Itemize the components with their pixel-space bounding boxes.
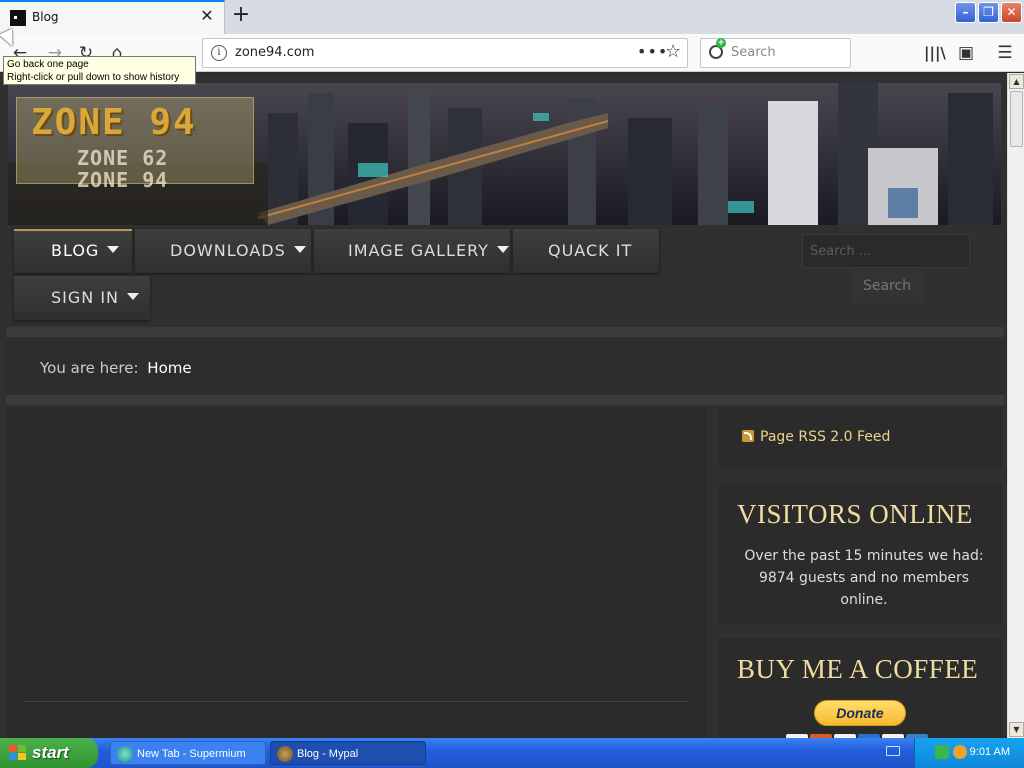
buy-coffee-title: BUY ME A COFFEE [737, 654, 979, 684]
content-divider [24, 701, 688, 702]
search-engine-icon[interactable] [709, 38, 726, 59]
library-icon[interactable]: |||\ [924, 43, 946, 63]
buy-coffee-module: BUY ME A COFFEE Donate [719, 638, 1003, 738]
menu-item-image-gallery[interactable]: IMAGE GALLERY [314, 229, 510, 273]
caret-down-icon [496, 246, 509, 253]
window-controls: – ❐ ✕ [955, 2, 1022, 23]
visitors-online-title: VISITORS ONLINE [737, 499, 973, 529]
site-info-icon[interactable]: i [211, 45, 227, 61]
visitors-online-module: VISITORS ONLINE Over the past 15 minutes… [719, 483, 1003, 625]
donate-button[interactable]: Donate [814, 700, 906, 726]
visitors-online-text: Over the past 15 minutes we had: 9874 gu… [744, 548, 984, 608]
breadcrumb: You are here: Home [6, 341, 1004, 395]
menu-item-label: DOWNLOADS [170, 241, 286, 260]
rss-module: Page RSS 2.0 Feed [719, 407, 1003, 469]
rss-feed-label: Page RSS 2.0 Feed [760, 429, 891, 445]
main-content-area [6, 407, 707, 738]
back-button-tooltip: Go back one page Right-click or pull dow… [3, 56, 196, 85]
windows-taskbar: start New Tab - Supermium Blog - Mypal 9… [0, 738, 1024, 768]
caret-down-icon [107, 246, 120, 253]
tooltip-line-2: Right-click or pull down to show history [7, 72, 180, 83]
menu-item-blog[interactable]: BLOG [14, 229, 132, 273]
taskbar-item-new-tab[interactable]: New Tab - Supermium [110, 741, 266, 765]
menu-item-downloads[interactable]: DOWNLOADS [135, 229, 311, 273]
network-icon[interactable] [935, 745, 949, 759]
menu-item-sign-in[interactable]: SIGN IN [14, 276, 150, 320]
menu-item-label: IMAGE GALLERY [348, 241, 489, 260]
caret-down-icon [127, 293, 140, 300]
address-bar[interactable]: i zone94.com ••• ☆ [202, 38, 688, 68]
new-tab-button[interactable]: + [228, 3, 254, 29]
url-text[interactable]: zone94.com [235, 45, 314, 60]
system-tray: 9:01 AM [914, 738, 1024, 768]
site-logo[interactable]: ZONE 94 ZONE 62 ZONE 94 [16, 97, 254, 192]
keyboard-layout-icon[interactable] [886, 746, 900, 756]
logo-sub-text-1: ZONE 62 [77, 146, 169, 170]
browser-search-box[interactable] [700, 38, 851, 68]
taskbar-item-blog-mypal[interactable]: Blog - Mypal [270, 741, 426, 765]
tab-title: Blog [32, 10, 59, 24]
menu-item-label: QUACK IT [548, 241, 633, 260]
logo-main-text: ZONE 94 [31, 102, 197, 143]
browser-tab-bar: Blog ✕ + – ❐ ✕ [0, 0, 1024, 34]
bookmark-star-icon[interactable]: ☆ [665, 41, 681, 62]
logo-sub-text-2: ZONE 94 [77, 168, 169, 192]
divider [6, 327, 1004, 337]
taskbar-item-label: New Tab - Supermium [137, 748, 246, 760]
taskbar-item-label: Blog - Mypal [297, 748, 359, 760]
start-button[interactable]: start [0, 738, 98, 768]
site-search-input[interactable] [802, 234, 970, 268]
mypal-icon [277, 746, 293, 762]
page-actions-icon[interactable]: ••• [637, 42, 668, 61]
browser-tab-blog[interactable]: Blog ✕ [0, 0, 225, 34]
breadcrumb-prefix: You are here: [40, 359, 139, 377]
sidebar-toggle-icon[interactable]: ▣ [956, 43, 976, 63]
restore-button[interactable]: ❐ [978, 2, 999, 23]
rss-icon [742, 430, 754, 442]
minimize-button[interactable]: – [955, 2, 976, 23]
rss-feed-link[interactable]: Page RSS 2.0 Feed [742, 429, 890, 445]
clock[interactable]: 9:01 AM [970, 746, 1010, 758]
caret-down-icon [293, 246, 306, 253]
start-label: start [32, 743, 69, 762]
scroll-up-icon[interactable]: ▲ [1009, 74, 1024, 89]
menu-item-quack-it[interactable]: QUACK IT [513, 229, 659, 273]
tooltip-line-1: Go back one page [7, 59, 89, 70]
site-favicon-icon [10, 10, 26, 26]
site-header-banner: ZONE 94 ZONE 62 ZONE 94 [8, 83, 1001, 225]
scroll-thumb[interactable] [1010, 91, 1023, 147]
page-viewport: ZONE 94 ZONE 62 ZONE 94 BLOG DOWNLOADS I… [0, 73, 1007, 738]
menu-hamburger-icon[interactable]: ☰ [995, 43, 1015, 63]
search-icon[interactable] [953, 745, 967, 759]
window-close-button[interactable]: ✕ [1001, 2, 1022, 23]
divider [6, 395, 1004, 405]
supermium-icon [117, 746, 133, 762]
page-scrollbar[interactable]: ▲ ▼ [1007, 73, 1024, 738]
browser-search-input[interactable] [731, 45, 841, 60]
windows-flag-icon [9, 745, 26, 761]
tab-close-icon[interactable]: ✕ [198, 7, 216, 25]
menu-item-label: BLOG [51, 241, 100, 260]
menu-item-label: SIGN IN [51, 288, 120, 307]
scroll-down-icon[interactable]: ▼ [1009, 722, 1024, 737]
site-search-button[interactable]: Search [852, 269, 922, 303]
breadcrumb-home-link[interactable]: Home [147, 359, 191, 377]
